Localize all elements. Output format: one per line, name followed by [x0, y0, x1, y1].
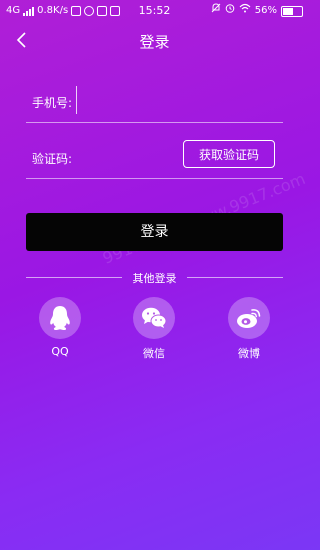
code-row: 验证码: 获取验证码 — [26, 126, 283, 179]
qq-label: QQ — [51, 345, 69, 358]
other-login-divider: 其他登录 — [26, 268, 283, 286]
wifi-icon — [239, 0, 251, 22]
other-login-title: 其他登录 — [132, 272, 177, 285]
weibo-icon — [237, 309, 261, 328]
phone-input[interactable] — [76, 86, 283, 114]
nav-bar: 登录 — [0, 24, 309, 58]
code-input[interactable] — [94, 142, 178, 170]
weibo-login-button[interactable]: 微博 — [219, 297, 279, 361]
wechat-icon — [142, 307, 167, 328]
page-title: 登录 — [139, 33, 170, 51]
status-bar: 4G 0.8K/s 15:52 56% — [0, 0, 309, 22]
alarm-icon — [225, 0, 235, 22]
mute-icon — [211, 0, 221, 22]
wechat-label: 微信 — [143, 347, 165, 360]
wechat-circle[interactable] — [133, 297, 175, 339]
qq-login-button[interactable]: QQ — [30, 297, 90, 358]
status-right: 56% — [211, 0, 303, 22]
weibo-label: 微博 — [238, 347, 260, 360]
qq-circle[interactable] — [39, 297, 81, 339]
phone-label: 手机号: — [32, 96, 73, 110]
phone-row: 手机号: — [26, 70, 283, 123]
divider-line — [187, 277, 283, 278]
battery-percent: 56% — [254, 5, 277, 16]
code-label: 验证码: — [32, 152, 73, 166]
battery-icon — [281, 5, 303, 17]
login-button[interactable]: 登录 — [26, 213, 283, 251]
wechat-login-button[interactable]: 微信 — [124, 297, 184, 361]
qq-icon — [50, 306, 70, 330]
get-code-button[interactable]: 获取验证码 — [183, 140, 275, 168]
weibo-circle[interactable] — [228, 297, 270, 339]
